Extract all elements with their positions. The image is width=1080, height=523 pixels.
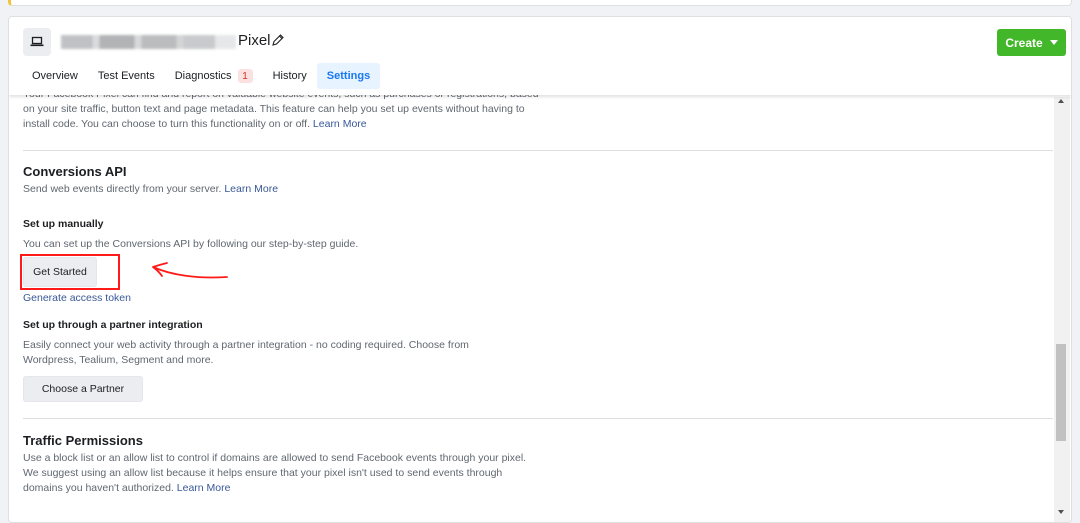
tab-label: History — [272, 70, 307, 82]
redacted-pixel-name — [61, 35, 236, 49]
tab-label: Settings — [326, 70, 371, 82]
laptop-icon — [23, 28, 51, 56]
tab-label: Diagnostics — [174, 70, 232, 82]
section-divider — [23, 150, 1053, 151]
edit-pencil-icon[interactable] — [271, 33, 285, 47]
traffic-permissions-title: Traffic Permissions — [23, 433, 143, 448]
chevron-down-icon — [1049, 40, 1058, 45]
settings-content: Your Facebook Pixel can find and report … — [9, 77, 1055, 522]
manual-setup-description: You can set up the Conversions API by fo… — [23, 238, 359, 250]
partner-setup-title: Set up through a partner integration — [23, 319, 203, 331]
tab-settings[interactable]: Settings — [316, 63, 381, 89]
tab-label: Test Events — [97, 70, 155, 82]
diagnostics-count-badge: 1 — [237, 69, 253, 83]
annotation-highlight-box — [20, 254, 120, 290]
vertical-scrollbar[interactable] — [1054, 97, 1070, 522]
create-button-label: Create — [1005, 35, 1043, 50]
tab-overview[interactable]: Overview — [22, 63, 88, 89]
choose-partner-button[interactable]: Choose a Partner — [23, 376, 143, 402]
scroll-down-arrow-icon[interactable] — [1058, 510, 1064, 514]
choose-partner-label: Choose a Partner — [41, 383, 125, 395]
traffic-permissions-learn-more-link[interactable]: Learn More — [177, 482, 231, 494]
traffic-permissions-text: Use a block list or an allow list to con… — [23, 452, 527, 494]
tab-label: Overview — [32, 70, 78, 82]
create-button[interactable]: Create — [997, 29, 1066, 56]
tab-bar: Overview Test Events Diagnostics 1 Histor… — [22, 63, 381, 89]
intro-learn-more-link[interactable]: Learn More — [313, 118, 367, 130]
scrollbar-thumb[interactable] — [1056, 344, 1066, 441]
tab-diagnostics[interactable]: Diagnostics 1 — [165, 63, 263, 89]
conversions-api-text: Send web events directly from your serve… — [23, 183, 222, 195]
conversions-api-title: Conversions API — [23, 164, 127, 179]
conversions-api-description: Send web events directly from your serve… — [23, 182, 543, 197]
partner-setup-description: Easily connect your web activity through… — [23, 339, 469, 366]
manual-setup-title: Set up manually — [23, 218, 104, 230]
traffic-permissions-description: Use a block list or an allow list to con… — [23, 451, 533, 496]
generate-access-token-link[interactable]: Generate access token — [23, 291, 543, 306]
annotation-arrow-icon — [152, 262, 228, 279]
scroll-up-arrow-icon[interactable] — [1058, 99, 1064, 103]
section-divider — [23, 418, 1053, 419]
tab-test-events[interactable]: Test Events — [88, 63, 165, 89]
pixel-header: Pixel Create Overview Test Events Diagno… — [9, 17, 1071, 95]
conversions-api-learn-more-link[interactable]: Learn More — [224, 183, 278, 195]
pixel-title: Pixel — [238, 32, 271, 49]
notice-card — [8, 0, 1072, 6]
pixel-card: Pixel Create Overview Test Events Diagno… — [8, 16, 1072, 523]
tab-history[interactable]: History — [263, 63, 317, 89]
